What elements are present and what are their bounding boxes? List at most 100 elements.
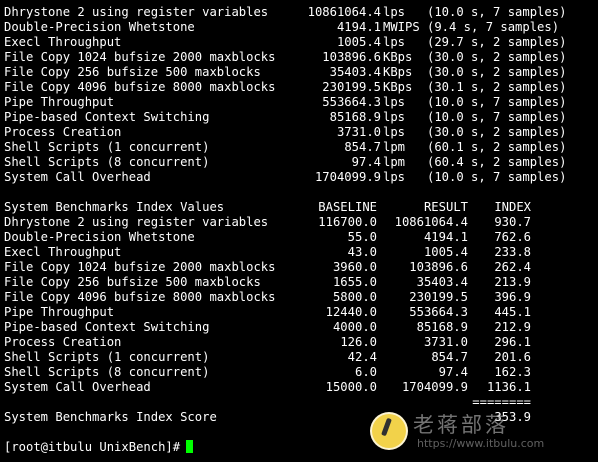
index-row-name: Process Creation [4, 335, 122, 349]
index-row-index: 762.6 [494, 230, 531, 244]
index-row-result: 85168.9 [416, 320, 468, 334]
index-row-index: 396.9 [494, 290, 531, 304]
benchmark-unit: lps [383, 170, 406, 184]
benchmark-value: 97.4 [351, 155, 381, 169]
shell-prompt-line: [root@itbulu UnixBench]# [4, 440, 194, 455]
index-row-index: 233.8 [494, 245, 531, 259]
index-row-baseline: 42.4 [347, 350, 377, 364]
index-row-result: 230199.5 [409, 290, 468, 304]
index-row-name: Shell Scripts (1 concurrent) [4, 350, 210, 364]
benchmark-detail: (30.0 s, 2 samples) [427, 125, 567, 139]
index-row-baseline: 43.0 [347, 245, 377, 259]
benchmark-value: 553664.3 [322, 95, 381, 109]
watermark: 老蒋部落 https://www.itbulu.com [360, 406, 580, 454]
benchmark-name: Dhrystone 2 using register variables [4, 5, 269, 19]
index-row-name: File Copy 1024 bufsize 2000 maxblocks [4, 260, 276, 274]
benchmark-name: Shell Scripts (1 concurrent) [4, 140, 210, 154]
benchmark-value: 3731.0 [336, 125, 381, 139]
benchmark-value: 230199.5 [322, 80, 381, 94]
benchmark-value: 35403.4 [329, 65, 381, 79]
index-row-result: 35403.4 [416, 275, 468, 289]
index-row-result: 553664.3 [409, 305, 468, 319]
index-row-name: Dhrystone 2 using register variables [4, 215, 269, 229]
benchmark-unit: MWIPS [383, 20, 420, 34]
watermark-title: 老蒋部落 [413, 413, 509, 437]
index-row-result: 97.4 [438, 365, 468, 379]
benchmark-detail: (9.4 s, 7 samples) [427, 20, 560, 34]
benchmark-unit: lps [383, 5, 406, 19]
benchmark-unit: KBps [383, 50, 413, 64]
benchmark-name: File Copy 1024 bufsize 2000 maxblocks [4, 50, 276, 64]
benchmark-value: 103896.6 [322, 50, 381, 64]
index-row-name: System Call Overhead [4, 380, 151, 394]
benchmark-name: Shell Scripts (8 concurrent) [4, 155, 210, 169]
index-row-baseline: 55.0 [347, 230, 377, 244]
index-row-index: 262.4 [494, 260, 531, 274]
index-header: INDEX [494, 200, 531, 214]
index-row-baseline: 4000.0 [332, 320, 377, 334]
index-row-baseline: 3960.0 [332, 260, 377, 274]
benchmark-name: System Call Overhead [4, 170, 151, 184]
index-row-result: 4194.1 [423, 230, 468, 244]
index-row-baseline: 15000.0 [325, 380, 377, 394]
index-row-result: 10861064.4 [394, 215, 468, 229]
watermark-url: https://www.itbulu.com [417, 437, 545, 450]
index-row-index: 445.1 [494, 305, 531, 319]
index-row-baseline: 6.0 [354, 365, 377, 379]
index-row-name: File Copy 4096 bufsize 8000 maxblocks [4, 290, 276, 304]
benchmark-detail: (30.1 s, 2 samples) [427, 80, 567, 94]
benchmark-unit: KBps [383, 80, 413, 94]
benchmark-unit: lps [383, 110, 406, 124]
index-row-baseline: 5800.0 [332, 290, 377, 304]
benchmark-name: Pipe-based Context Switching [4, 110, 210, 124]
benchmark-name: Execl Throughput [4, 35, 122, 49]
benchmark-detail: (60.4 s, 2 samples) [427, 155, 567, 169]
index-row-baseline: 1655.0 [332, 275, 377, 289]
benchmark-name: Double-Precision Whetstone [4, 20, 195, 34]
benchmark-unit: lpm [383, 155, 406, 169]
benchmark-name: Pipe Throughput [4, 95, 115, 109]
index-table-title: System Benchmarks Index Values [4, 200, 225, 214]
terminal-window[interactable]: Dhrystone 2 using register variables 1086… [0, 0, 598, 462]
benchmark-detail: (30.0 s, 2 samples) [427, 65, 567, 79]
index-row-baseline: 12440.0 [325, 305, 377, 319]
index-row-name: Pipe-based Context Switching [4, 320, 210, 334]
index-row-name: Execl Throughput [4, 245, 122, 259]
benchmark-value: 854.7 [344, 140, 381, 154]
terminal-cursor[interactable] [186, 440, 194, 453]
benchmark-value: 4194.1 [336, 20, 381, 34]
benchmark-detail: (10.0 s, 7 samples) [427, 110, 567, 124]
index-row-index: 930.7 [494, 215, 531, 229]
benchmark-unit: lps [383, 35, 406, 49]
index-row-baseline: 126.0 [340, 335, 377, 349]
benchmark-value: 85168.9 [329, 110, 381, 124]
index-row-name: Pipe Throughput [4, 305, 115, 319]
index-row-index: 213.9 [494, 275, 531, 289]
benchmark-unit: lpm [383, 140, 406, 154]
index-row-name: Shell Scripts (8 concurrent) [4, 365, 210, 379]
index-row-result: 103896.6 [409, 260, 468, 274]
benchmark-name: File Copy 4096 bufsize 8000 maxblocks [4, 80, 276, 94]
index-row-index: 201.6 [494, 350, 531, 364]
benchmark-detail: (10.0 s, 7 samples) [427, 170, 567, 184]
benchmark-value: 1005.4 [336, 35, 381, 49]
benchmark-detail: (10.0 s, 7 samples) [427, 95, 567, 109]
score-label: System Benchmarks Index Score [4, 410, 217, 424]
benchmark-detail: (60.1 s, 2 samples) [427, 140, 567, 154]
index-row-name: File Copy 256 bufsize 500 maxblocks [4, 275, 261, 289]
benchmark-unit: lps [383, 95, 406, 109]
benchmark-detail: (29.7 s, 2 samples) [427, 35, 567, 49]
baseline-header: BASELINE [318, 200, 377, 214]
benchmark-name: Process Creation [4, 125, 122, 139]
index-row-index: 212.9 [494, 320, 531, 334]
index-row-result: 854.7 [431, 350, 468, 364]
index-row-index: 296.1 [494, 335, 531, 349]
benchmark-detail: (30.0 s, 2 samples) [427, 50, 567, 64]
index-row-result: 1704099.9 [401, 380, 468, 394]
benchmark-unit: KBps [383, 65, 413, 79]
index-row-index: 162.3 [494, 365, 531, 379]
benchmark-name: File Copy 256 bufsize 500 maxblocks [4, 65, 261, 79]
index-row-result: 1005.4 [423, 245, 468, 259]
index-row-baseline: 116700.0 [318, 215, 377, 229]
benchmark-value: 10861064.4 [307, 5, 381, 19]
